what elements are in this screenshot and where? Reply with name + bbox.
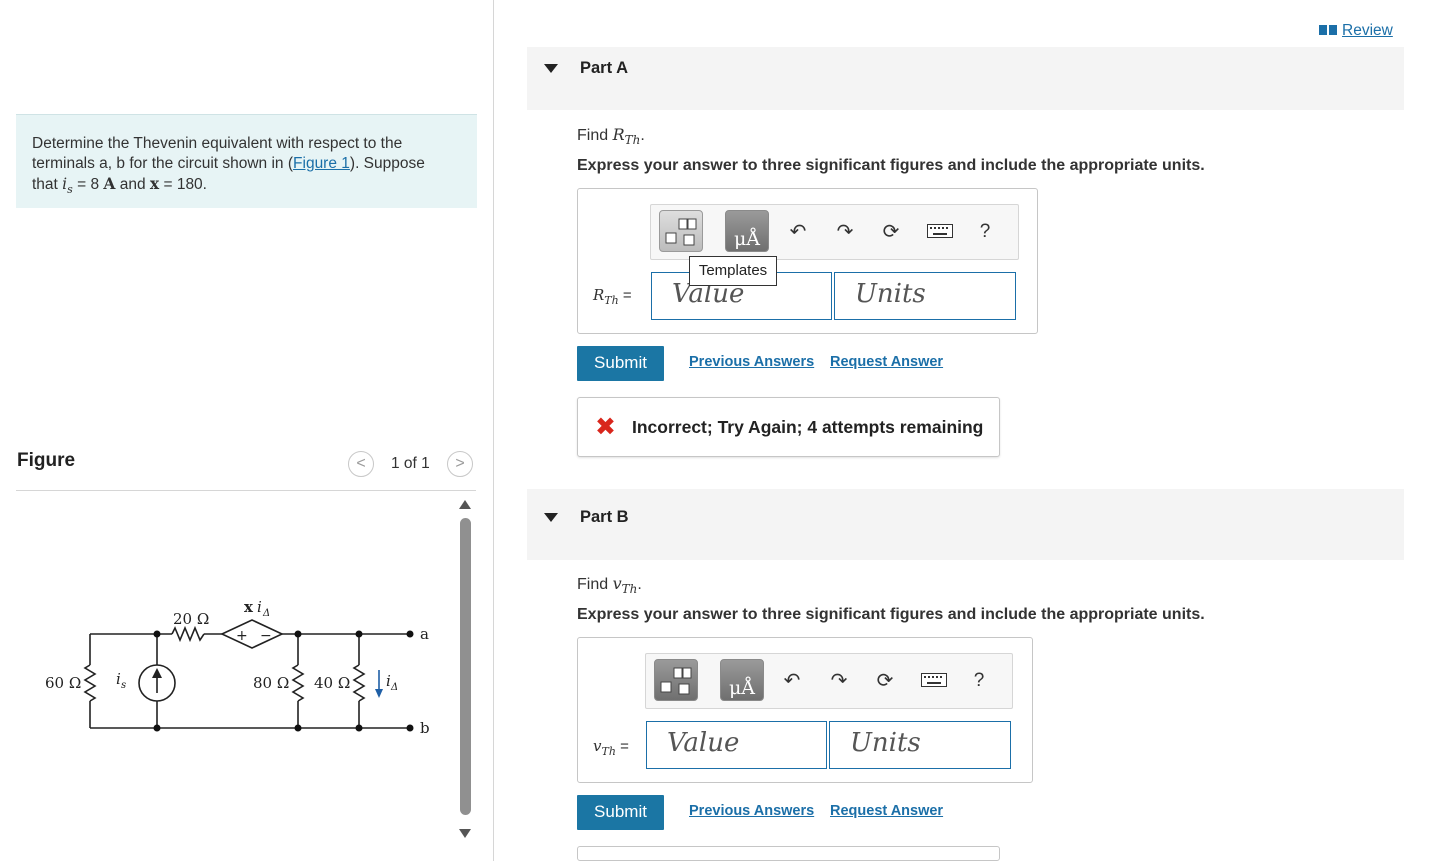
scrollbar-thumb[interactable] <box>460 518 471 815</box>
redo-icon[interactable]: ↷ <box>828 670 850 692</box>
eq-var: R <box>593 286 605 304</box>
templates-icon[interactable] <box>659 210 703 252</box>
redo-icon[interactable]: ↷ <box>834 221 856 243</box>
problem-text: that <box>32 176 58 193</box>
part-a-previous-answers-link[interactable]: Previous Answers <box>689 354 814 370</box>
part-b-find: Find vTh. <box>577 574 642 596</box>
problem-line-3: that is = 8 A and x = 180. <box>32 174 461 200</box>
part-b-header[interactable]: Part B <box>527 489 1404 560</box>
undo-icon[interactable]: ↶ <box>781 670 803 692</box>
units-icon[interactable]: μÅ <box>720 659 764 701</box>
figure-pager: < 1 of 1 > <box>348 451 476 477</box>
figure-count: 1 of 1 <box>391 455 430 472</box>
circuit-diagram: + − 20 Ω x i Δ 60 Ω i s 80 Ω 40 Ω i Δ a … <box>45 598 430 737</box>
problem-statement: Determine the Thevenin equivalent with r… <box>16 114 477 208</box>
part-a-feedback: ✖ Incorrect; Try Again; 4 attempts remai… <box>577 397 1000 457</box>
vth-units-input[interactable]: Units <box>829 721 1011 769</box>
part-a-header[interactable]: Part A <box>527 47 1404 110</box>
rth-variable: R <box>612 125 625 144</box>
templates-tooltip: Templates <box>689 256 777 286</box>
vth-equation-label: vTh = <box>593 737 629 758</box>
prev-figure-button[interactable]: < <box>348 451 374 477</box>
ia-label-sub: Δ <box>390 682 398 693</box>
part-b-toolbar: μÅ ↶ ↷ ⟳ ? <box>645 653 1013 709</box>
eq-sub: Th <box>601 745 616 758</box>
terminal-a: a <box>420 625 429 643</box>
undo-icon[interactable]: ↶ <box>787 221 809 243</box>
problem-line-2: terminals a, b for the circuit shown in … <box>32 154 461 174</box>
and-text: and <box>115 176 150 193</box>
plus-sign: + <box>236 628 248 644</box>
is-value: = 8 <box>72 176 104 193</box>
eq-sub: Th <box>604 294 619 307</box>
part-a-submit-button[interactable]: Submit <box>577 346 664 381</box>
r60-label: 60 Ω <box>45 674 81 692</box>
rth-equation-label: RTh = <box>593 286 632 307</box>
close-x-icon: ✖ <box>595 413 616 441</box>
eq-sign: = <box>615 738 629 755</box>
part-a-instruction: Express your answer to three significant… <box>577 157 1205 174</box>
minus-sign: − <box>260 628 272 644</box>
eq-sign: = <box>618 287 632 304</box>
vth-variable: v <box>612 574 622 593</box>
part-b-answer-box: μÅ ↶ ↷ ⟳ ? vTh = Value Units <box>577 637 1033 783</box>
xia-i: i <box>257 598 262 616</box>
x-value: = 180. <box>159 176 207 193</box>
scroll-down-arrow[interactable] <box>459 829 471 838</box>
figure-link[interactable]: Figure 1 <box>293 155 350 172</box>
part-a-request-answer-link[interactable]: Request Answer <box>830 354 943 370</box>
problem-text: terminals a, b for the circuit shown in … <box>32 155 294 172</box>
xia-x: x <box>244 598 254 616</box>
help-icon[interactable]: ? <box>968 670 990 692</box>
part-b-submit-button[interactable]: Submit <box>577 795 664 830</box>
rth-sub: Th <box>624 133 641 148</box>
vth-sub: Th <box>621 582 638 597</box>
part-b-previous-answers-link[interactable]: Previous Answers <box>689 803 814 819</box>
part-a-label: Part A <box>580 59 628 77</box>
review-label: Review <box>1342 22 1393 39</box>
part-b-instruction: Express your answer to three significant… <box>577 606 1205 623</box>
collapse-triangle-icon[interactable] <box>544 513 558 522</box>
rth-units-input[interactable]: Units <box>834 272 1016 320</box>
r40-label: 40 Ω <box>314 674 350 692</box>
part-a-answer-box: μÅ ↶ ↷ ⟳ ? RTh = Value Units <box>577 188 1038 334</box>
figure-title: Figure <box>17 450 76 471</box>
find-text: Find <box>577 576 613 593</box>
part-b-request-answer-link[interactable]: Request Answer <box>830 803 943 819</box>
pane-divider[interactable] <box>493 0 494 861</box>
keyboard-icon[interactable] <box>921 670 947 692</box>
next-figure-button[interactable]: > <box>447 451 473 477</box>
r20-label: 20 Ω <box>173 610 209 628</box>
units-icon[interactable]: μÅ <box>725 210 769 252</box>
find-period: . <box>640 127 645 144</box>
keyboard-icon[interactable] <box>927 221 953 243</box>
find-text: Find <box>577 127 613 144</box>
scroll-up-arrow[interactable] <box>459 500 471 509</box>
find-period: . <box>637 576 642 593</box>
is-label-sub: s <box>121 680 126 691</box>
r80-label: 80 Ω <box>253 674 289 692</box>
part-a-toolbar: μÅ ↶ ↷ ⟳ ? <box>650 204 1019 260</box>
reset-icon[interactable]: ⟳ <box>880 221 902 243</box>
help-icon[interactable]: ? <box>974 221 996 243</box>
terminal-b: b <box>420 719 430 737</box>
x-variable: x <box>149 174 160 193</box>
review-link[interactable]: Review <box>1319 22 1393 41</box>
vth-value-input[interactable]: Value <box>646 721 827 769</box>
collapse-triangle-icon[interactable] <box>544 64 558 73</box>
problem-text: ). Suppose <box>349 155 425 172</box>
part-b-label: Part B <box>580 508 629 526</box>
part-a-find: Find RTh. <box>577 125 645 147</box>
problem-line-1: Determine the Thevenin equivalent with r… <box>32 135 403 152</box>
book-icon <box>1319 23 1337 41</box>
templates-icon[interactable] <box>654 659 698 701</box>
reset-icon[interactable]: ⟳ <box>874 670 896 692</box>
part-b-feedback-partial <box>577 846 1000 861</box>
feedback-text: Incorrect; Try Again; 4 attempts remaini… <box>632 417 984 437</box>
is-unit: A <box>103 174 116 193</box>
xia-sub: Δ <box>262 608 270 619</box>
